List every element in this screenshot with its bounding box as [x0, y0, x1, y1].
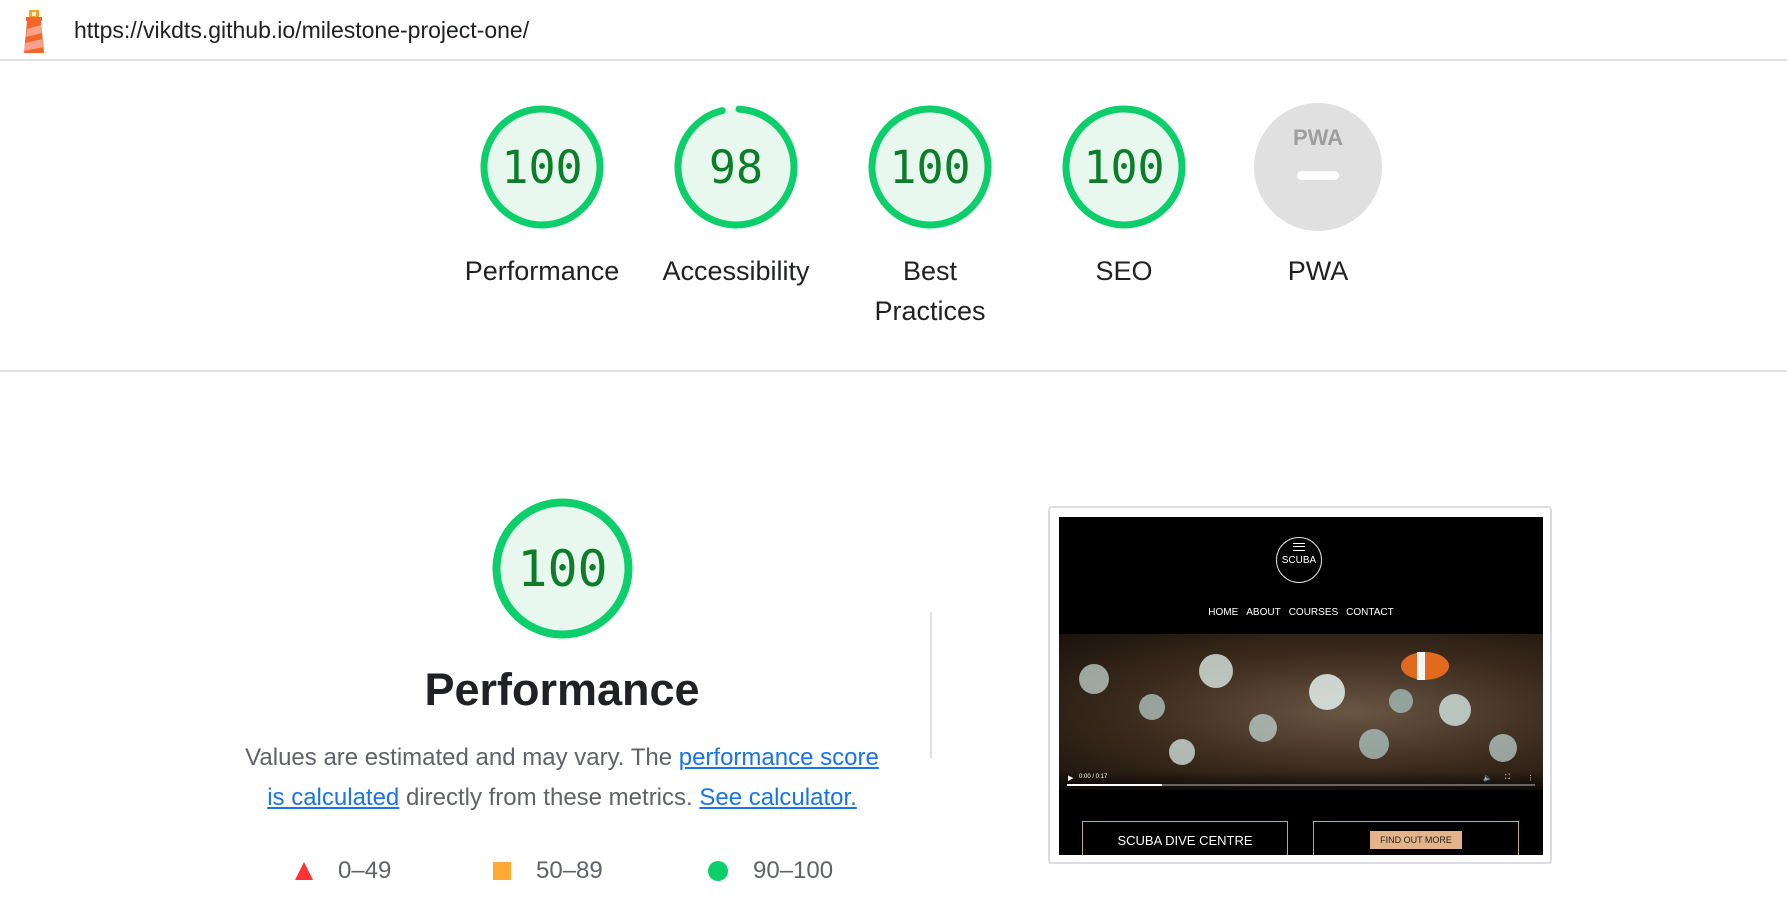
screenshot-image: SCUBA HOME ABOUT COURSES CONTACT ▶ 0:00 … [1059, 517, 1543, 855]
dive-nav: HOME ABOUT COURSES CONTACT [1059, 607, 1543, 618]
pwa-badge-text: PWA [1293, 125, 1343, 150]
legend-average-range: 50–89 [536, 857, 603, 884]
square-icon [493, 862, 511, 880]
label-performance[interactable]: Performance [452, 251, 632, 291]
performance-title: Performance [424, 664, 700, 715]
fullscreen-icon: ⛶ [1505, 774, 1510, 781]
final-screenshot[interactable]: SCUBA HOME ABOUT COURSES CONTACT ▶ 0:00 … [1048, 506, 1552, 864]
gauge-best-practices[interactable]: 100 [866, 103, 994, 231]
gauge-accessibility[interactable]: 98 [672, 103, 800, 231]
see-calculator-link[interactable]: See calculator. [699, 784, 856, 811]
circle-icon [708, 861, 728, 881]
dive-logo: SCUBA [1276, 537, 1322, 583]
dive-box-left: SCUBA DIVE CENTRE [1082, 821, 1288, 855]
score-best-practices: 100 [889, 140, 971, 194]
dive-logo-text: SCUBA [1281, 555, 1317, 566]
top-bar: https://vikdts.github.io/milestone-proje… [0, 0, 1787, 61]
lighthouse-icon [24, 10, 44, 53]
desc-text-1: Values are estimated and may vary. The [245, 744, 679, 771]
dive-hero-video: ▶ 0:00 / 0:17 🔈 ⛶ ⋮ [1059, 634, 1543, 790]
score-seo: 100 [1083, 140, 1165, 194]
legend-fail-range: 0–49 [338, 857, 392, 884]
dive-box-right: FIND OUT MORE [1313, 821, 1519, 855]
desc-text-2: directly from these metrics. [399, 784, 700, 811]
find-out-more-button: FIND OUT MORE [1370, 831, 1462, 849]
legend-pass: 90–100 [707, 856, 833, 886]
performance-description: Values are estimated and may vary. The p… [242, 738, 882, 818]
gauge-performance[interactable]: 100 [478, 103, 606, 231]
dive-nav-home: HOME [1208, 607, 1239, 618]
page-url[interactable]: https://vikdts.github.io/milestone-proje… [74, 17, 529, 44]
score-accessibility: 98 [708, 140, 764, 194]
video-progress [1067, 784, 1535, 786]
gauge-pwa[interactable]: PWA [1254, 103, 1382, 231]
dive-nav-contact: CONTACT [1346, 607, 1394, 618]
video-time: 0:00 / 0:17 [1079, 774, 1108, 780]
mute-icon: 🔈 [1483, 775, 1492, 782]
vertical-divider [930, 612, 932, 758]
dive-nav-about: ABOUT [1246, 607, 1281, 618]
legend-pass-range: 90–100 [753, 857, 834, 884]
score-performance-large: 100 [517, 539, 608, 598]
pwa-dash-icon [1297, 171, 1339, 180]
gauge-seo[interactable]: 100 [1060, 103, 1188, 231]
menu-icon [1293, 543, 1305, 551]
legend-average: 50–89 [492, 856, 603, 886]
dive-nav-courses: COURSES [1288, 607, 1339, 618]
label-best-practices-line2: Practices [874, 296, 986, 326]
more-icon: ⋮ [1527, 775, 1534, 782]
label-best-practices[interactable]: Best Practices [840, 251, 1020, 331]
legend-fail: 0–49 [294, 856, 391, 886]
score-performance: 100 [501, 140, 583, 194]
label-accessibility[interactable]: Accessibility [646, 251, 826, 291]
gauge-performance-large: 100 [490, 496, 635, 641]
label-pwa[interactable]: PWA [1228, 251, 1408, 291]
play-icon: ▶ [1068, 775, 1074, 782]
clownfish [1401, 652, 1449, 680]
divider [0, 370, 1787, 372]
triangle-icon [295, 862, 313, 880]
label-best-practices-line1: Best [902, 256, 958, 286]
label-seo[interactable]: SEO [1034, 251, 1214, 291]
dive-box-left-text: SCUBA DIVE CENTRE [1117, 832, 1253, 848]
